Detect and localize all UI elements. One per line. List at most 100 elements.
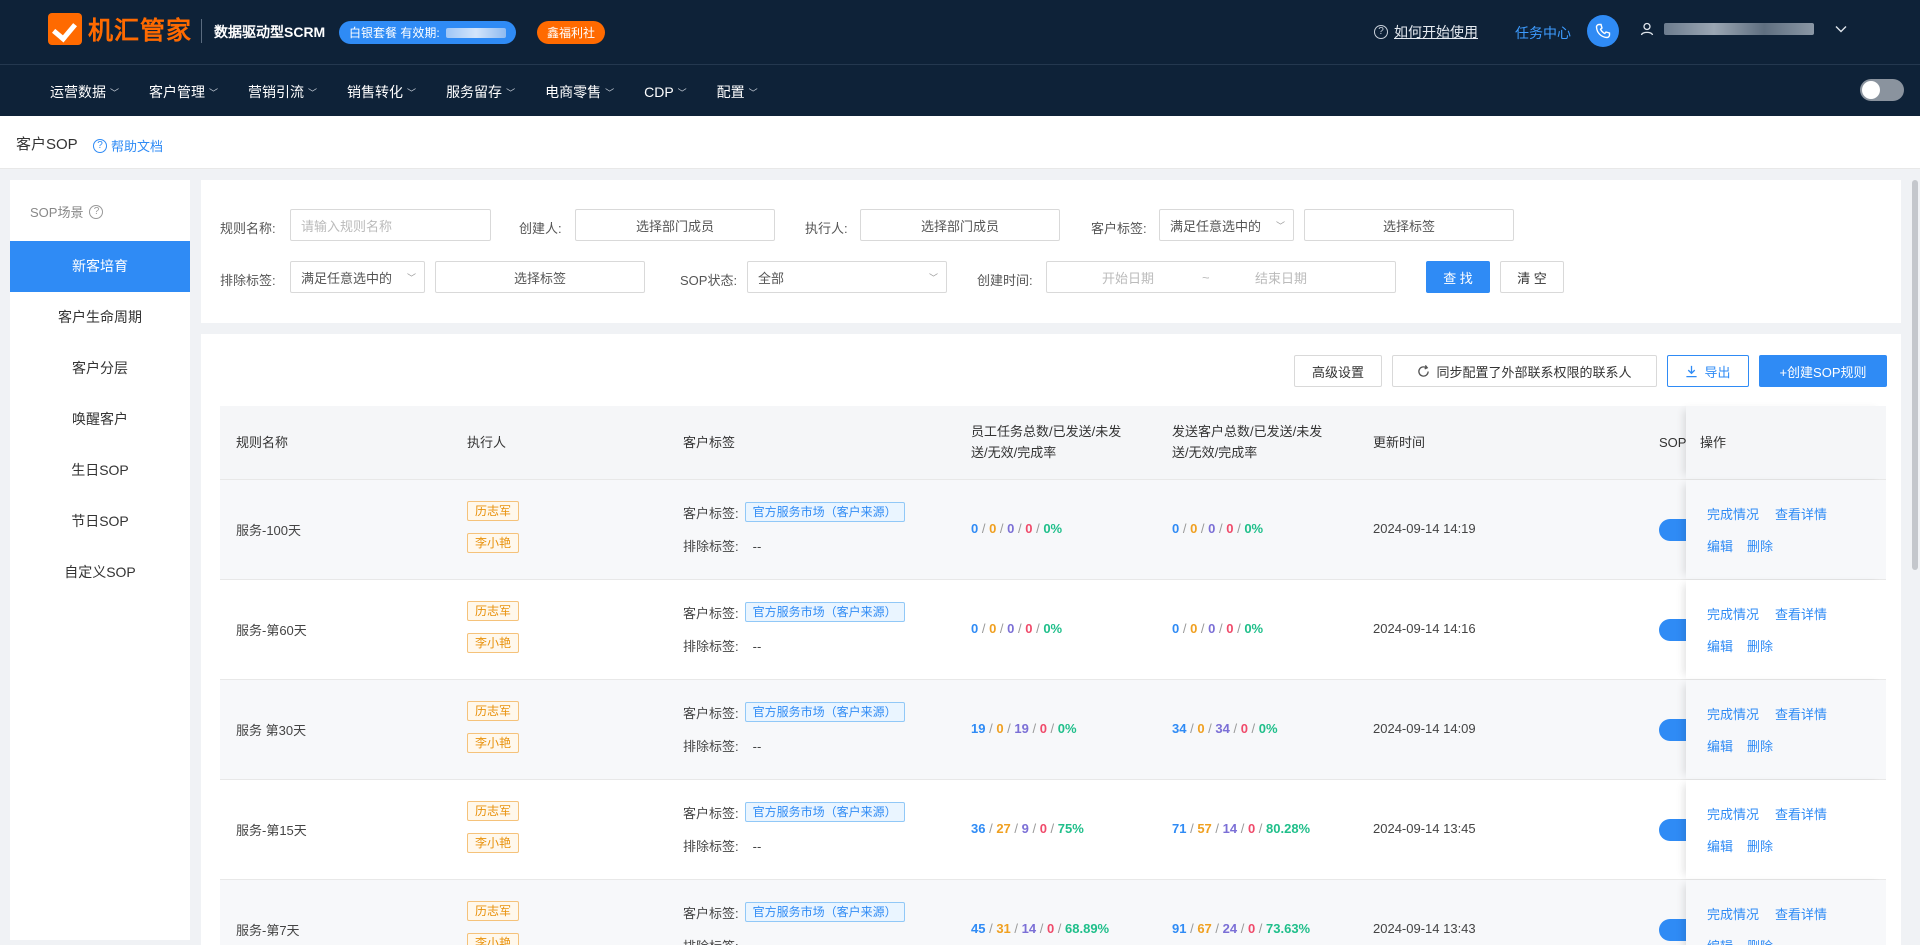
edit-link[interactable]: 编辑 (1707, 936, 1733, 945)
view-detail-link[interactable]: 查看详情 (1775, 804, 1827, 823)
stat-separator: / (1211, 821, 1223, 836)
exclude-tag-row: 排除标签: -- (683, 536, 761, 555)
table-header: 规则名称 执行人 客户标签 员工任务总数/已发送/未发 送/无效/完成率 发送客… (220, 406, 1886, 480)
exclude-tag-select[interactable]: 选择标签 (435, 261, 645, 293)
nav-item-ecommerce[interactable]: 电商零售 ﹀ (545, 82, 614, 102)
exclude-tag-row: 排除标签: -- (683, 936, 761, 945)
stat-separator: / (1197, 621, 1209, 636)
edit-link[interactable]: 编辑 (1707, 836, 1733, 855)
customer-tag-row: 客户标签: 官方服务市场（客户来源） (683, 902, 905, 922)
progress-link[interactable]: 完成情况 (1707, 604, 1759, 623)
view-detail-link[interactable]: 查看详情 (1775, 904, 1827, 923)
exclude-tag-mode-select[interactable]: 满足任意选中的 ﹀ (290, 261, 425, 293)
nav-item-marketing[interactable]: 营销引流 ﹀ (248, 82, 317, 102)
exclude-tag-value: -- (752, 739, 762, 754)
sidebar-item-wakeup[interactable]: 唤醒客户 (10, 394, 190, 445)
col-header-updated: 更新时间 (1373, 435, 1426, 450)
task-center-link[interactable]: 任务中心 (1515, 23, 1571, 43)
edit-link[interactable]: 编辑 (1707, 536, 1733, 555)
create-sop-button[interactable]: +创建SOP规则 (1759, 355, 1887, 387)
stat-separator: / (985, 921, 997, 936)
nav-label: 销售转化 (347, 84, 404, 100)
welfare-badge[interactable]: 鑫福利社 (537, 21, 606, 44)
export-button[interactable]: 导出 (1667, 355, 1749, 387)
nav-label: 配置 (716, 84, 745, 100)
nav-item-sales[interactable]: 销售转化 ﹀ (347, 82, 416, 102)
sync-contacts-button[interactable]: 同步配置了外部联系权限的联系人 (1392, 355, 1657, 387)
stat-value: 0 (1197, 721, 1205, 736)
sop-list-panel: 高级设置 同步配置了外部联系权限的联系人 导出 +创建SOP规则 规则名称 执行… (201, 334, 1901, 945)
help-doc-link[interactable]: ? 帮助文档 (93, 136, 163, 155)
stat-separator: / (1010, 821, 1022, 836)
stat-separator: / (1215, 621, 1227, 636)
nav-item-service[interactable]: 服务留存 ﹀ (446, 82, 515, 102)
customer-stats: 34 / 0 / 34 / 0 / 0% (1172, 721, 1278, 736)
exclude-tag-label: 排除标签: (683, 939, 739, 945)
col-header-staff-stats: 员工任务总数/已发送/未发 送/无效/完成率 (971, 421, 1121, 463)
sidebar-item-holiday[interactable]: 节日SOP (10, 496, 190, 547)
customer-tag-mode-select[interactable]: 满足任意选中的 ﹀ (1159, 209, 1294, 241)
progress-link[interactable]: 完成情况 (1707, 804, 1759, 823)
chevron-down-icon: ﹀ (110, 87, 120, 98)
clear-button[interactable]: 清 空 (1500, 261, 1564, 293)
stat-separator: / (996, 621, 1008, 636)
stat-value: 34 (1215, 721, 1230, 736)
progress-link[interactable]: 完成情况 (1707, 704, 1759, 723)
brand-logo[interactable]: 机汇管家 (48, 11, 192, 47)
chevron-down-icon: ﹀ (209, 87, 219, 98)
sidebar-item-new-customer[interactable]: 新客培育 (10, 241, 190, 292)
sidebar-title-label: SOP场景 (30, 205, 84, 220)
phone-button[interactable] (1587, 15, 1619, 47)
delete-link[interactable]: 删除 (1747, 736, 1773, 755)
stat-value: 0% (1258, 721, 1278, 736)
stat-value: 0 (1039, 721, 1047, 736)
delete-link[interactable]: 删除 (1747, 536, 1773, 555)
delete-link[interactable]: 删除 (1747, 936, 1773, 945)
col-header-customer-line2: 送/无效/完成率 (1172, 445, 1258, 460)
nav-item-cdp[interactable]: CDP ﹀ (644, 82, 687, 102)
page-scrollbar[interactable] (1912, 180, 1918, 570)
help-start-link[interactable]: ? 如何开始使用 (1374, 22, 1478, 42)
progress-link[interactable]: 完成情况 (1707, 904, 1759, 923)
user-menu[interactable] (1640, 22, 1848, 36)
executor-select[interactable]: 选择部门成员 (860, 209, 1060, 241)
nav-item-operation-data[interactable]: 运营数据 ﹀ (50, 82, 119, 102)
theme-toggle[interactable] (1860, 79, 1904, 101)
sidebar-item-birthday[interactable]: 生日SOP (10, 445, 190, 496)
staff-stats: 36 / 27 / 9 / 0 / 75% (971, 821, 1084, 836)
plan-badge[interactable]: 白银套餐 有效期: (339, 21, 516, 44)
edit-link[interactable]: 编辑 (1707, 636, 1733, 655)
logo-text: 机汇管家 (88, 17, 193, 45)
help-start-label: 如何开始使用 (1394, 24, 1478, 40)
search-button[interactable]: 查 找 (1426, 261, 1490, 293)
stat-value: 71 (1172, 821, 1187, 836)
nav-label: CDP (644, 84, 674, 100)
edit-link[interactable]: 编辑 (1707, 736, 1733, 755)
sidebar-item-segmentation[interactable]: 客户分层 (10, 343, 190, 394)
customer-tag-select[interactable]: 选择标签 (1304, 209, 1514, 241)
progress-link[interactable]: 完成情况 (1707, 504, 1759, 523)
advanced-settings-button[interactable]: 高级设置 (1294, 355, 1382, 387)
view-detail-link[interactable]: 查看详情 (1775, 504, 1827, 523)
view-detail-link[interactable]: 查看详情 (1775, 604, 1827, 623)
delete-link[interactable]: 删除 (1747, 636, 1773, 655)
creator-select[interactable]: 选择部门成员 (575, 209, 775, 241)
nav-item-config[interactable]: 配置 ﹀ (717, 82, 758, 102)
exclude-tag-label: 排除标签: (683, 539, 739, 554)
refresh-icon (1418, 364, 1430, 377)
delete-link[interactable]: 删除 (1747, 836, 1773, 855)
nav-item-customer-mgmt[interactable]: 客户管理 ﹀ (149, 82, 218, 102)
stat-value: 31 (996, 921, 1011, 936)
stat-separator: / (1032, 621, 1044, 636)
stat-separator: / (1179, 521, 1191, 536)
question-icon[interactable]: ? (89, 204, 104, 219)
date-range-picker[interactable]: 开始日期 ~ 结束日期 (1046, 261, 1396, 293)
stat-separator: / (1233, 621, 1245, 636)
stat-separator: / (978, 521, 990, 536)
status-select[interactable]: 全部 ﹀ (747, 261, 947, 293)
rule-name-input[interactable]: 请输入规则名称 (290, 209, 491, 241)
view-detail-link[interactable]: 查看详情 (1775, 704, 1827, 723)
sidebar-item-custom[interactable]: 自定义SOP (10, 547, 190, 598)
chevron-down-icon: ﹀ (308, 87, 318, 98)
sidebar-item-lifecycle[interactable]: 客户生命周期 (10, 292, 190, 343)
